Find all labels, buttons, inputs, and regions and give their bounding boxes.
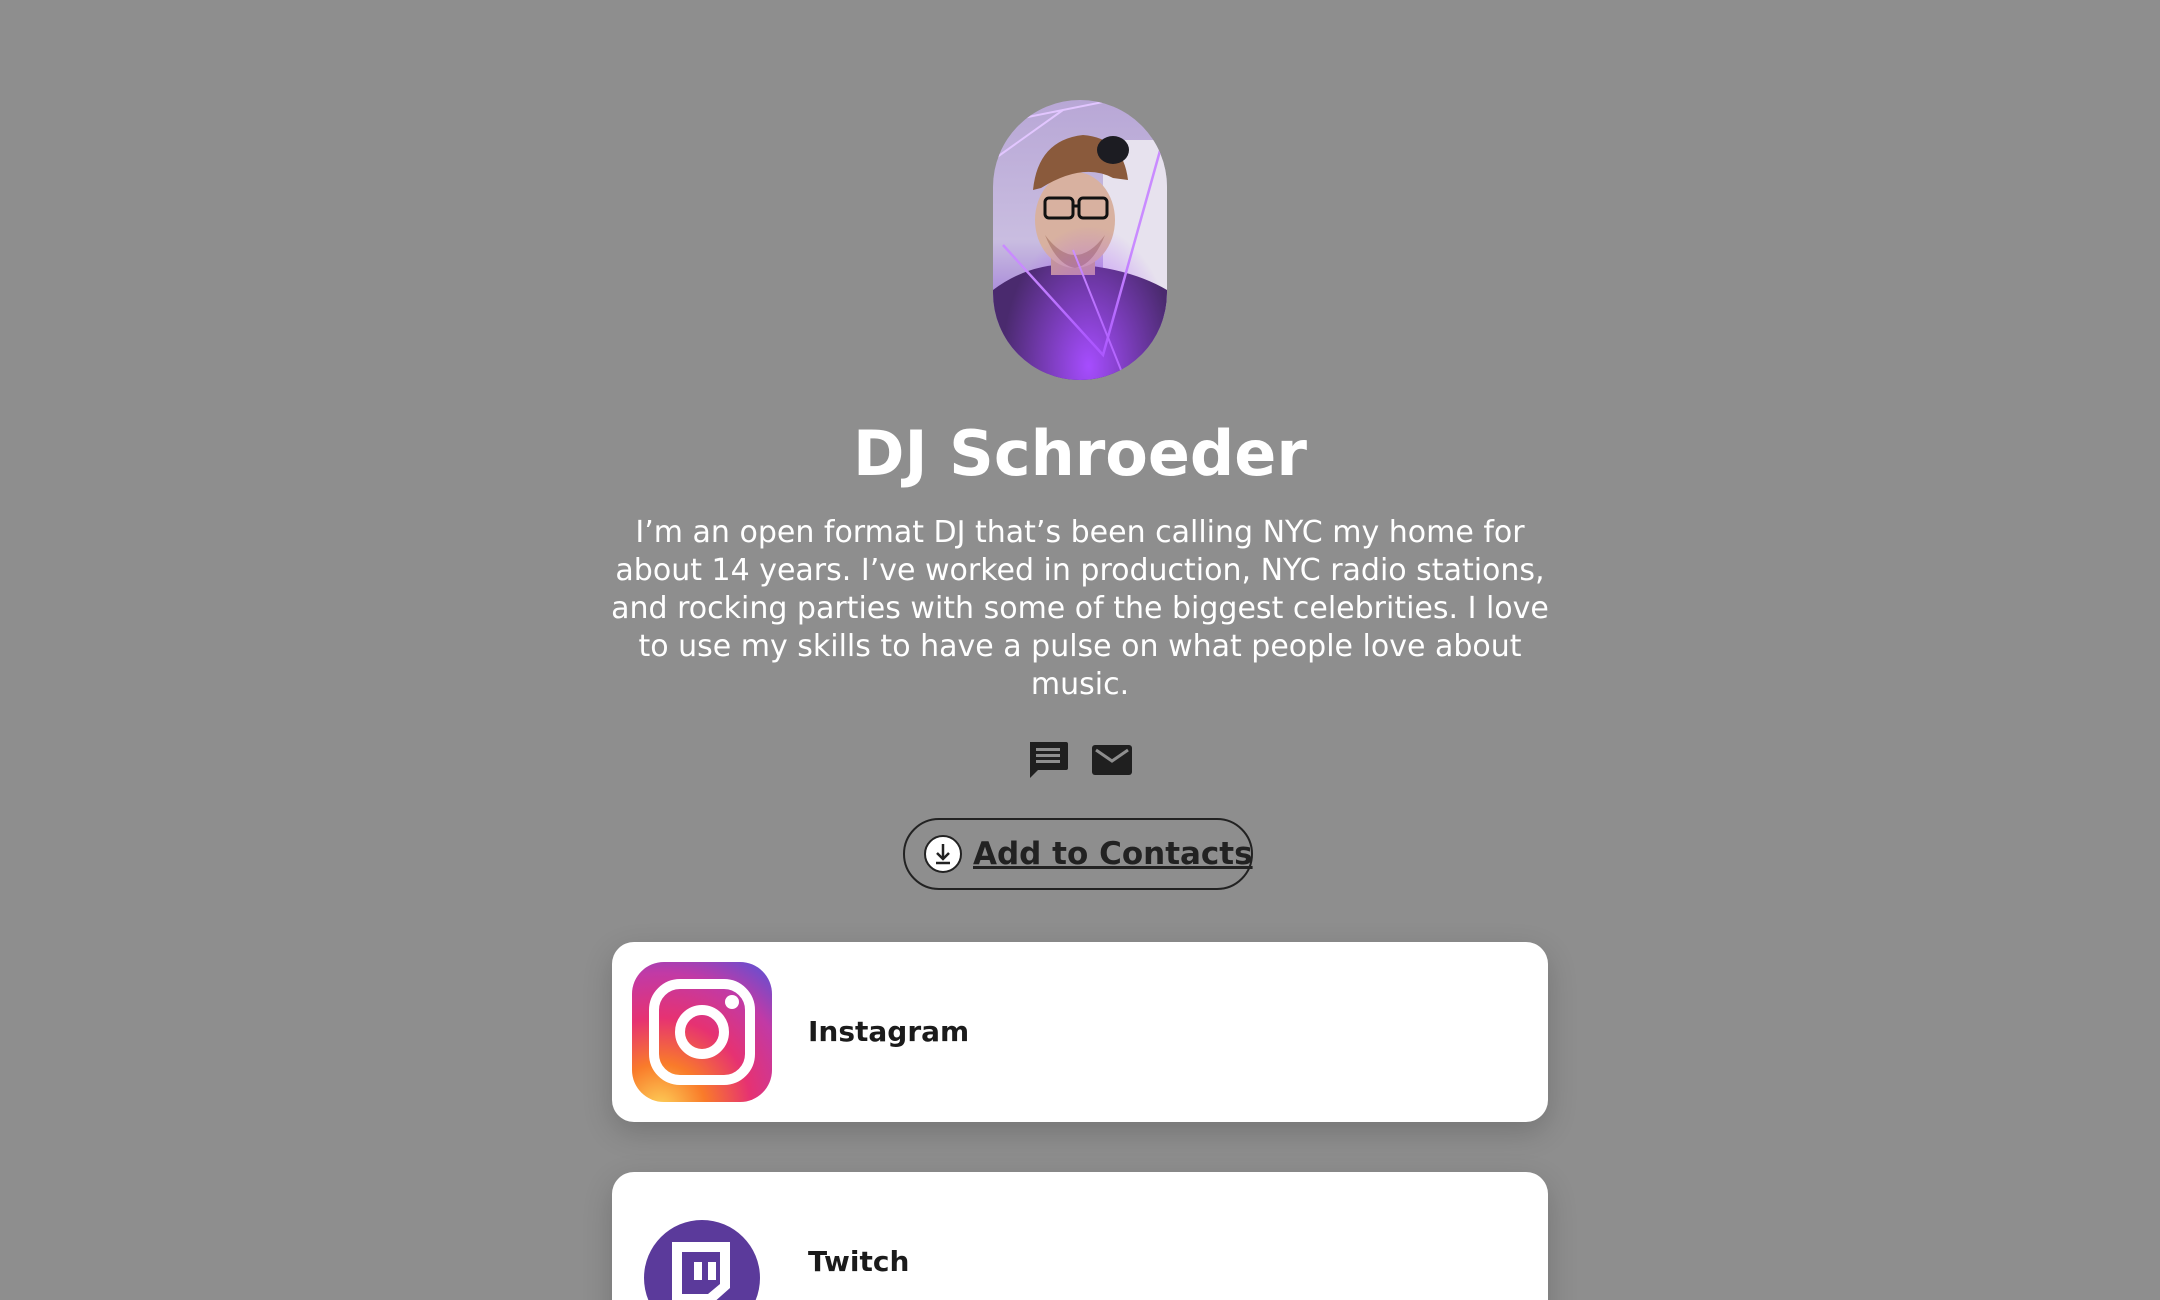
contact-icons — [970, 724, 1190, 796]
link-card-instagram[interactable]: Instagram — [612, 942, 1548, 1122]
profile-bio: I’m an open format DJ that’s been callin… — [611, 515, 1549, 702]
twitch-logo — [632, 1192, 772, 1300]
profile-avatar — [993, 100, 1167, 380]
profile-name: DJ Schroeder — [853, 417, 1307, 490]
message-icon[interactable] — [1026, 738, 1070, 782]
instagram-logo — [632, 962, 772, 1102]
link-card-twitch[interactable]: Twitch — [612, 1172, 1548, 1300]
add-to-contacts-button[interactable]: Add to Contacts — [903, 818, 1253, 890]
add-to-contacts-label: Add to Contacts — [973, 836, 1253, 872]
email-icon[interactable] — [1090, 738, 1134, 782]
profile-page: DJ Schroeder I’m an open format DJ that’… — [0, 0, 2160, 1300]
download-icon — [924, 835, 962, 873]
link-label-instagram: Instagram — [808, 1015, 970, 1048]
link-label-twitch: Twitch — [808, 1245, 910, 1278]
